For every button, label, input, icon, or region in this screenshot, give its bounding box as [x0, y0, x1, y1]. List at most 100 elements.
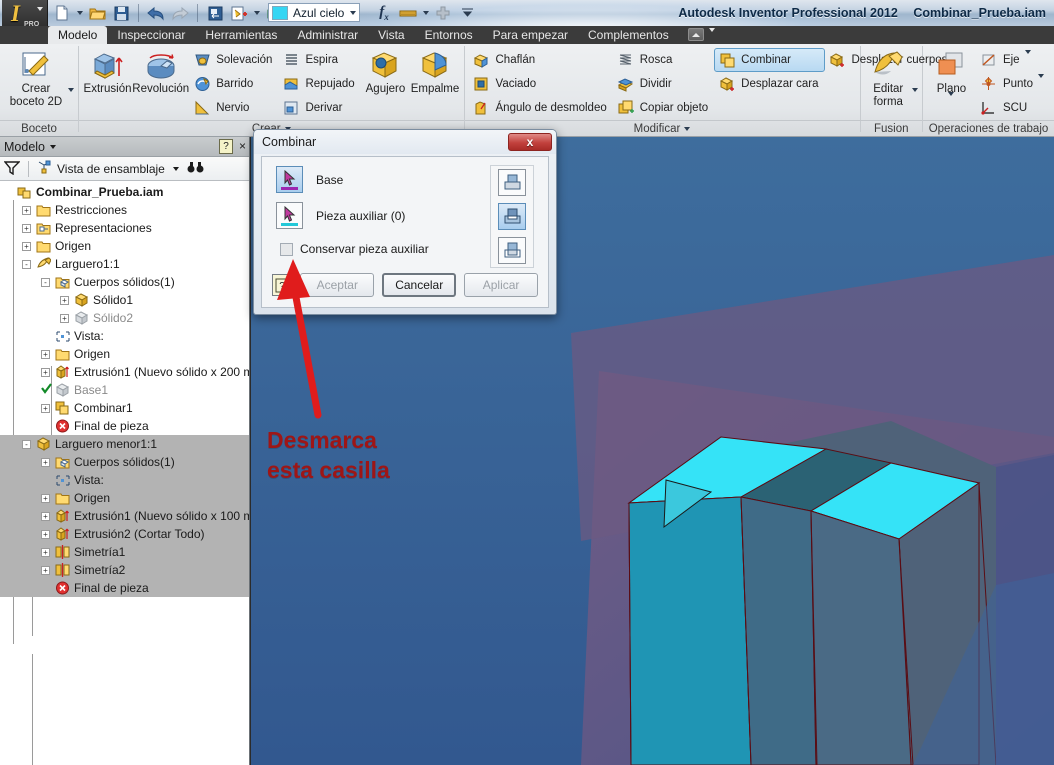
- tree-item-15[interactable]: + Cuerpos sólidos(1): [0, 453, 249, 471]
- apply-button[interactable]: Aplicar: [464, 273, 538, 297]
- tab-entornos[interactable]: Entornos: [415, 26, 483, 44]
- tree-expander-7[interactable]: +: [60, 313, 69, 323]
- material-caret-icon[interactable]: [420, 2, 431, 25]
- tree-expander-6[interactable]: +: [60, 295, 69, 305]
- extrude-button[interactable]: Extrusión: [83, 47, 133, 96]
- tree-item-22[interactable]: Final de pieza: [0, 579, 249, 597]
- tree-item-9[interactable]: + Origen: [0, 345, 249, 363]
- combinar-dialog[interactable]: Combinar x Base Pieza auxiliar (0) Conse…: [253, 129, 557, 315]
- close-icon[interactable]: ×: [239, 139, 246, 153]
- inventor-orb-button[interactable]: I PRO: [2, 0, 48, 26]
- save-document-button[interactable]: [109, 2, 133, 25]
- filter-funnel-icon[interactable]: [3, 160, 21, 178]
- tab-inspeccionar[interactable]: Inspeccionar: [107, 26, 195, 44]
- tree-expander-1[interactable]: +: [22, 205, 31, 215]
- split-button[interactable]: Dividir: [613, 72, 714, 96]
- tree-item-5[interactable]: - Cuerpos sólidos(1): [0, 273, 249, 291]
- work-point-caret-icon[interactable]: [1038, 74, 1044, 90]
- tree-item-13[interactable]: Final de pieza: [0, 417, 249, 435]
- tree-expander-2[interactable]: +: [22, 223, 31, 233]
- binoculars-icon[interactable]: [187, 160, 204, 177]
- ucs-button[interactable]: SCU: [976, 96, 1050, 120]
- tree-expander-10[interactable]: +: [41, 367, 50, 377]
- tree-expander-12[interactable]: +: [41, 403, 50, 413]
- model-tree[interactable]: Combinar_Prueba.iam + Restricciones + Repres…: [0, 182, 249, 765]
- tree-item-18[interactable]: + Extrusión1 (Nuevo sólido x 100 mm): [0, 507, 249, 525]
- work-point-button[interactable]: Punto: [976, 72, 1050, 96]
- help-icon[interactable]: ?: [219, 139, 233, 154]
- revolve-button[interactable]: Revolución: [132, 47, 189, 96]
- tree-item-17[interactable]: + Origen: [0, 489, 249, 507]
- tree-item-14[interactable]: - Larguero menor1:1: [0, 435, 249, 453]
- cancel-button[interactable]: Cancelar: [382, 273, 457, 297]
- tree-expander-9[interactable]: +: [41, 349, 50, 359]
- tree-item-16[interactable]: Vista:: [0, 471, 249, 489]
- boolean-union-option[interactable]: [498, 169, 526, 197]
- create-2d-sketch-button[interactable]: Crear boceto 2D: [4, 47, 68, 109]
- derive-button[interactable]: Derivar: [278, 96, 360, 120]
- tree-item-7[interactable]: + Sólido2: [0, 309, 249, 327]
- open-document-button[interactable]: [85, 2, 109, 25]
- boolean-cut-option[interactable]: [498, 202, 526, 230]
- coil-button[interactable]: Espira: [278, 48, 360, 72]
- appearance-style-combo[interactable]: Azul cielo: [268, 3, 360, 22]
- fillet-button[interactable]: Empalme: [410, 47, 460, 96]
- chevron-down-icon[interactable]: [172, 166, 179, 171]
- create-2d-sketch-caret-icon[interactable]: [68, 88, 74, 106]
- chevron-down-icon[interactable]: [50, 144, 56, 149]
- tree-item-12[interactable]: + Combinar1: [0, 399, 249, 417]
- tree-expander-15[interactable]: +: [41, 457, 50, 467]
- material-button[interactable]: [396, 2, 420, 25]
- close-button[interactable]: x: [508, 133, 552, 151]
- work-plane-button[interactable]: Plano: [927, 47, 976, 109]
- add-button[interactable]: [431, 2, 455, 25]
- dialog-title-bar[interactable]: Combinar x: [254, 130, 556, 154]
- tree-expander-18[interactable]: +: [41, 511, 50, 521]
- tree-item-3[interactable]: + Origen: [0, 237, 249, 255]
- redo-button[interactable]: [168, 2, 192, 25]
- chamfer-button[interactable]: Chaflán: [469, 48, 613, 72]
- loft-button[interactable]: Solevación: [189, 48, 278, 72]
- undo-button[interactable]: [144, 2, 168, 25]
- tab-modelo[interactable]: Modelo: [48, 26, 108, 44]
- tree-expander-3[interactable]: +: [22, 241, 31, 251]
- sweep-button[interactable]: Barrido: [189, 72, 278, 96]
- shell-button[interactable]: Vaciado: [469, 72, 613, 96]
- new-sketch-button[interactable]: [227, 2, 251, 25]
- tab-vista[interactable]: Vista: [368, 26, 414, 44]
- new-sketch-caret-icon[interactable]: [251, 2, 262, 25]
- move-face-button[interactable]: Desplazar cara: [714, 72, 824, 96]
- tree-item-19[interactable]: + Extrusión2 (Cortar Todo): [0, 525, 249, 543]
- copy-object-button[interactable]: Copiar objeto: [613, 96, 714, 120]
- tree-item-2[interactable]: + Representaciones: [0, 219, 249, 237]
- tree-expander-4[interactable]: -: [22, 259, 31, 269]
- draft-angle-button[interactable]: Ángulo de desmoldeo: [469, 96, 613, 120]
- tab-herramientas[interactable]: Herramientas: [195, 26, 287, 44]
- work-axis-caret-icon[interactable]: [1024, 50, 1031, 66]
- boolean-intersect-option[interactable]: [498, 236, 526, 264]
- tree-item-0[interactable]: Combinar_Prueba.iam: [0, 183, 249, 201]
- tree-expander-19[interactable]: +: [41, 529, 50, 539]
- parameters-button[interactable]: fx: [372, 2, 396, 25]
- work-axis-button[interactable]: Eje: [976, 48, 1050, 72]
- emboss-button[interactable]: Repujado: [278, 72, 360, 96]
- tree-item-1[interactable]: + Restricciones: [0, 201, 249, 219]
- browser-view-label[interactable]: Vista de ensamblaje: [57, 162, 165, 176]
- minimize-ribbon-button[interactable]: [688, 28, 704, 41]
- hole-button[interactable]: Agujero: [361, 47, 411, 96]
- combine-button[interactable]: Combinar: [714, 48, 825, 72]
- tree-item-4[interactable]: - Larguero1:1: [0, 255, 249, 273]
- keep-toolbody-checkbox[interactable]: [280, 242, 293, 256]
- rib-button[interactable]: Nervio: [189, 96, 278, 120]
- tree-item-10[interactable]: + Extrusión1 (Nuevo sólido x 200 mm): [0, 363, 249, 381]
- tab-para-empezar[interactable]: Para empezar: [483, 26, 578, 44]
- new-document-caret-icon[interactable]: [74, 2, 85, 25]
- tree-item-6[interactable]: + Sólido1: [0, 291, 249, 309]
- toolbody-select-button[interactable]: [276, 202, 303, 229]
- tree-expander-14[interactable]: -: [22, 439, 31, 449]
- tree-expander-17[interactable]: +: [41, 493, 50, 503]
- new-document-button[interactable]: [50, 2, 74, 25]
- tree-item-20[interactable]: + Simetría1: [0, 543, 249, 561]
- qat-overflow-button[interactable]: [455, 2, 479, 25]
- work-plane-caret-icon[interactable]: [948, 92, 955, 109]
